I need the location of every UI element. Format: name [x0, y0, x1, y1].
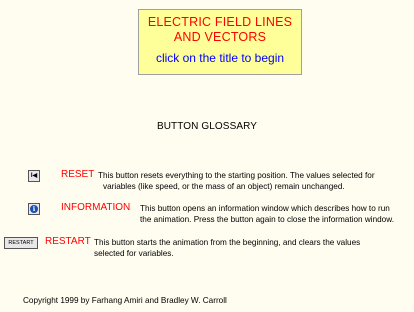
title-box[interactable]: ELECTRIC FIELD LINES AND VECTORS click o… [138, 9, 302, 75]
info-icon: i [30, 205, 38, 213]
reset-description-line-1: This button resets everything to the sta… [98, 171, 375, 180]
restart-icon[interactable]: RESTART [4, 237, 38, 249]
information-label: INFORMATION [61, 202, 131, 213]
copyright-text: Copyright 1999 by Farhang Amiri and Brad… [23, 296, 227, 305]
title-line-2[interactable]: AND VECTORS [139, 30, 301, 45]
information-description-line-1: This button opens an information window … [140, 204, 390, 213]
reset-label: RESET [61, 169, 95, 180]
restart-label: RESTART [45, 236, 91, 247]
info-button[interactable]: i [28, 203, 40, 215]
begin-link[interactable]: click on the title to begin [139, 51, 301, 65]
reset-description-line-2: variables (like speed, or the mass of an… [103, 182, 345, 191]
title-line-1[interactable]: ELECTRIC FIELD LINES [139, 15, 301, 30]
reset-icon[interactable]: I◀ [28, 170, 40, 182]
glossary-heading: BUTTON GLOSSARY [156, 121, 258, 132]
restart-description-line-1: This button starts the animation from th… [94, 238, 361, 247]
restart-description-line-2: selected for variables. [94, 249, 174, 258]
information-description-line-2: the animation. Press the button again to… [140, 215, 394, 224]
